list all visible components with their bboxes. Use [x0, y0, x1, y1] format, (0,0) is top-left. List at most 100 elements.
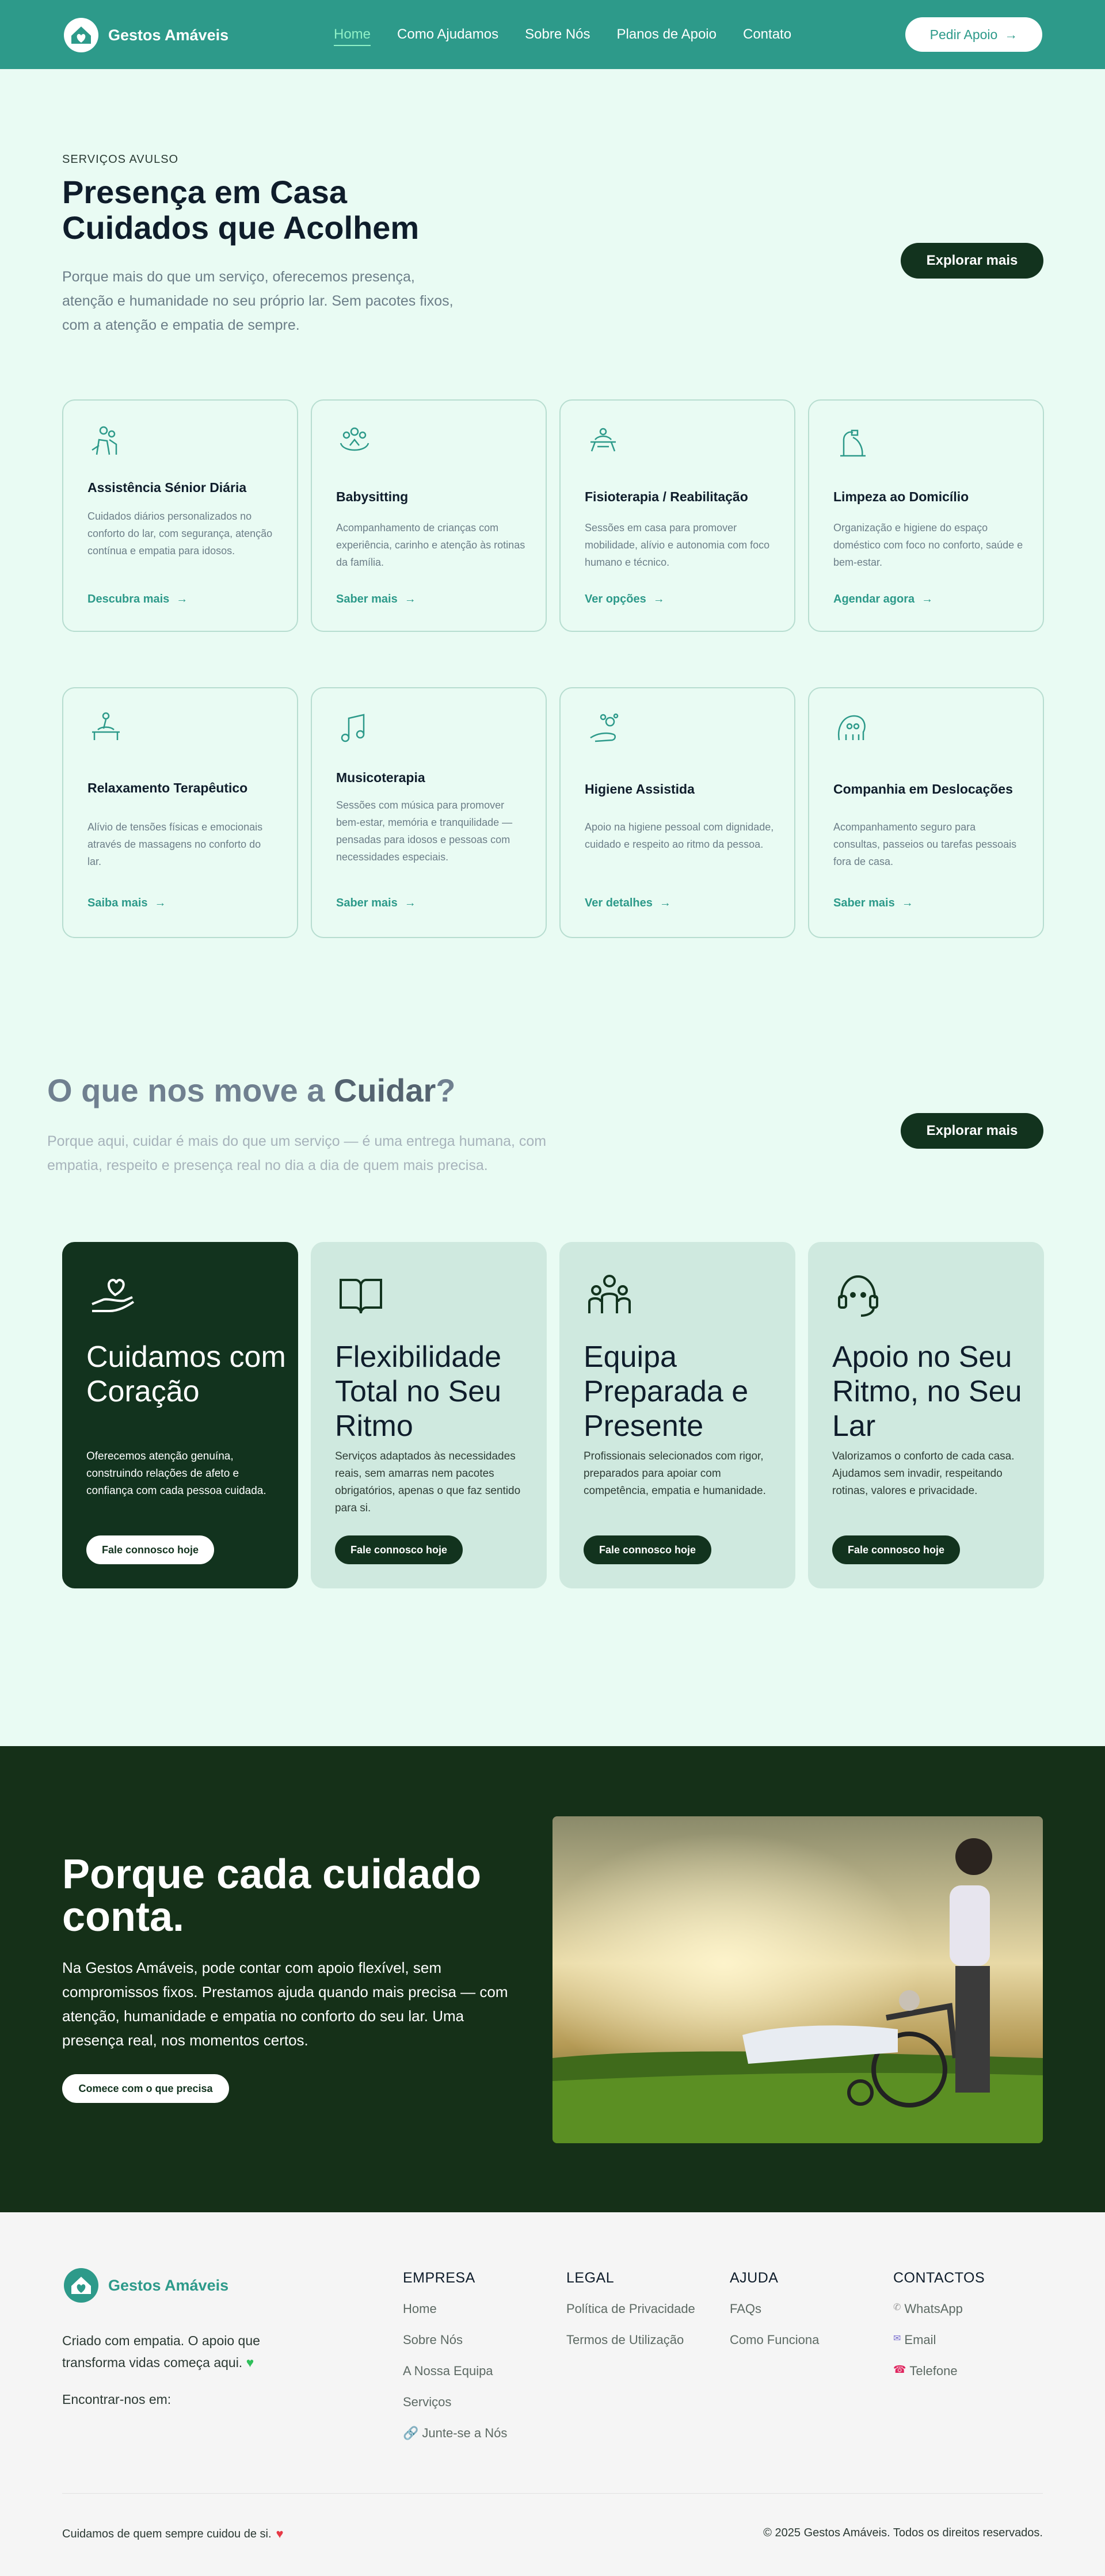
service-link[interactable]: Ver detalhes → [585, 897, 671, 910]
nav-link-home[interactable]: Home [334, 26, 371, 46]
footer-col-ajuda: AJUDA FAQs Como Funciona [730, 2270, 819, 2364]
arrow-right-icon: → [653, 593, 665, 605]
nav-link-como-ajudamos[interactable]: Como Ajudamos [397, 26, 498, 46]
brand-name: Gestos Amáveis [108, 26, 229, 44]
service-link-label: Agendar agora [833, 593, 915, 605]
massage-icon [92, 712, 120, 740]
service-card[interactable]: Fisioterapia / Reabilitação Sessões em c… [559, 399, 795, 632]
care-title: Porque cada cuidado conta. [62, 1851, 482, 1940]
service-title: Relaxamento Terapêutico [87, 780, 248, 795]
service-card[interactable]: Higiene Assistida Apoio na higiene pesso… [559, 687, 795, 938]
arrow-right-icon: → [1004, 26, 1018, 42]
footer-about: Criado com empatia. O apoio que transfor… [62, 2330, 292, 2373]
hero-explore-button[interactable]: Explorar mais [901, 243, 1043, 279]
service-title: Babysitting [336, 489, 409, 504]
arrow-right-icon: → [176, 593, 188, 605]
arrow-right-icon: → [404, 897, 416, 909]
value-title: Flexibilidade Total no Seu Ritmo [335, 1340, 502, 1443]
pedir-apoio-button[interactable]: Pedir Apoio → [905, 17, 1042, 52]
service-card[interactable]: Relaxamento Terapêutico Alívio de tensõe… [62, 687, 298, 938]
service-link[interactable]: Saber mais → [336, 593, 416, 606]
footer-link[interactable]: A Nossa Equipa [403, 2364, 507, 2395]
music-note-icon [341, 714, 365, 742]
nav-link-contato[interactable]: Contato [743, 26, 791, 46]
footer-link[interactable]: Sobre Nós [403, 2333, 507, 2364]
service-title: Fisioterapia / Reabilitação [585, 489, 748, 504]
arrow-right-icon: → [659, 897, 671, 909]
footer-link[interactable]: FAQs [730, 2301, 819, 2333]
service-card[interactable]: Musicoterapia Sessões com música para pr… [311, 687, 547, 938]
service-link-label: Saiba mais [87, 897, 148, 909]
service-description: Organização e higiene do espaço doméstic… [833, 522, 1023, 568]
service-link-label: Ver opções [585, 593, 646, 605]
house-heart-logo-icon [64, 2268, 98, 2303]
service-description: Cuidados diários personalizados no confo… [87, 510, 273, 557]
service-description: Apoio na higiene pessoal com dignidade, … [585, 821, 774, 850]
nav-link-planos[interactable]: Planos de Apoio [617, 26, 717, 46]
service-link[interactable]: Descubra mais → [87, 593, 188, 606]
footer: Gestos Amáveis Criado com empatia. O apo… [0, 2212, 1105, 2576]
nav-link-sobre-nos[interactable]: Sobre Nós [525, 26, 590, 46]
service-description: Sessões com música para promover bem-est… [336, 799, 513, 863]
footer-heading: EMPRESA [403, 2270, 475, 2286]
service-card[interactable]: Babysitting Acompanhamento de crianças c… [311, 399, 547, 632]
footer-heading: LEGAL [566, 2270, 615, 2286]
footer-contact-label: Telefone [909, 2364, 958, 2378]
service-description: Sessões em casa para promover mobilidade… [585, 522, 770, 568]
hero-title-line1: Presença em Casa [62, 174, 348, 210]
values-explore-button[interactable]: Explorar mais [901, 1113, 1043, 1149]
footer-contact-whatsapp[interactable]: ✆ WhatsApp [893, 2301, 985, 2333]
service-description: Alívio de tensões físicas e emocionais a… [87, 821, 263, 867]
service-link[interactable]: Saber mais → [336, 897, 416, 910]
service-title: Musicoterapia [336, 770, 425, 785]
contact-us-button[interactable]: Fale connosco hoje [86, 1535, 214, 1564]
link-icon: 🔗 [403, 2426, 419, 2440]
contact-us-button[interactable]: Fale connosco hoje [584, 1535, 711, 1564]
service-title: Assistência Sénior Diária [87, 480, 247, 495]
footer-link-join[interactable]: 🔗 Junte-se a Nós [403, 2426, 507, 2457]
cleaning-icon [840, 429, 866, 457]
value-description: Serviços adaptados às necessidades reais… [335, 1450, 521, 1514]
footer-link[interactable]: Como Funciona [730, 2333, 819, 2364]
service-link[interactable]: Saber mais → [833, 897, 913, 910]
companionship-icon [837, 715, 866, 741]
values-title-suffix: ? [436, 1072, 456, 1108]
footer-contact-label: WhatsApp [904, 2301, 963, 2316]
contact-us-button[interactable]: Fale connosco hoje [335, 1535, 463, 1564]
open-book-icon [340, 1279, 382, 1314]
values-title-prefix: O que nos move a [47, 1072, 334, 1108]
brand-logo[interactable]: Gestos Amáveis [62, 16, 228, 54]
value-title: Cuidamos com Coração [86, 1340, 286, 1408]
value-card: Apoio no Seu Ritmo, no Seu Lar Valorizam… [808, 1242, 1044, 1588]
nav-links: Home Como Ajudamos Sobre Nós Planos de A… [334, 26, 791, 46]
whatsapp-icon: ✆ [893, 2303, 901, 2312]
footer-tagline: Cuidamos de quem sempre cuidou de si. ♥ [62, 2527, 284, 2541]
service-link[interactable]: Saiba mais → [87, 897, 166, 910]
service-description: Acompanhamento de crianças com experiênc… [336, 522, 525, 568]
service-card[interactable]: Assistência Sénior Diária Cuidados diári… [62, 399, 298, 632]
footer-contact-phone[interactable]: ☎ Telefone [893, 2364, 985, 2395]
values-description: Porque aqui, cuidar é mais do que um ser… [47, 1133, 547, 1173]
start-button[interactable]: Comece com o que precisa [62, 2074, 229, 2103]
heart-hand-icon [92, 1278, 135, 1312]
value-description: Profissionais selecionados com rigor, pr… [584, 1450, 766, 1497]
hygiene-icon [590, 713, 619, 742]
value-card: Equipa Preparada e Presente Profissionai… [559, 1242, 795, 1588]
contact-us-button[interactable]: Fale connosco hoje [832, 1535, 960, 1564]
footer-link[interactable]: Política de Privacidade [566, 2301, 695, 2333]
service-link[interactable]: Agendar agora → [833, 593, 933, 606]
footer-link[interactable]: Serviços [403, 2395, 507, 2426]
footer-col-contactos: CONTACTOS ✆ WhatsApp ✉ Email ☎ Telefone [893, 2270, 985, 2395]
service-card[interactable]: Limpeza ao Domicílio Organização e higie… [808, 399, 1044, 632]
footer-logo[interactable]: Gestos Amáveis [62, 2266, 228, 2304]
footer-link[interactable]: Home [403, 2301, 507, 2333]
service-link-label: Saber mais [336, 593, 398, 605]
footer-link[interactable]: Termos de Utilização [566, 2333, 695, 2364]
service-card[interactable]: Companhia em Deslocações Acompanhamento … [808, 687, 1044, 938]
footer-contact-email[interactable]: ✉ Email [893, 2333, 985, 2364]
service-link[interactable]: Ver opções → [585, 593, 665, 606]
hero-description: Porque mais do que um serviço, oferecemo… [62, 269, 454, 333]
footer-copyright: © 2025 Gestos Amáveis. Todos os direitos… [763, 2527, 1043, 2539]
footer-heading: CONTACTOS [893, 2270, 985, 2286]
footer-divider [62, 2493, 1043, 2494]
